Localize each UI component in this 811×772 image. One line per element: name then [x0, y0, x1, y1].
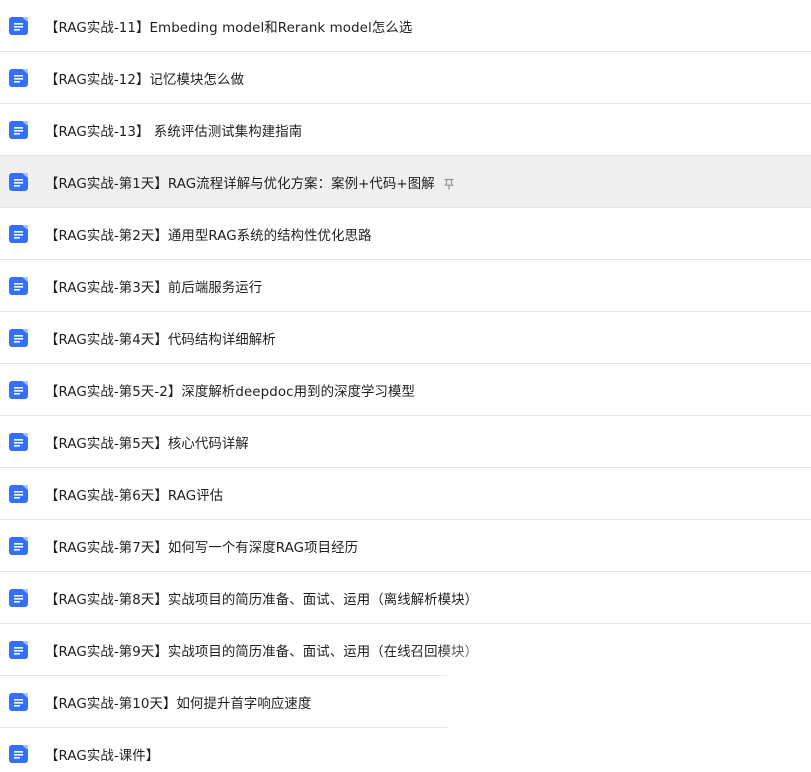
doc-icon [9, 172, 28, 191]
document-title: 【RAG实战-课件】 [45, 748, 160, 764]
doc-icon [9, 744, 28, 763]
list-item[interactable]: 【RAG实战-第9天】实战项目的简历准备、面试、运用（在线召回模块） [0, 624, 811, 676]
document-title: 【RAG实战-第1天】RAG流程详解与优化方案：案例+代码+图解 [45, 176, 435, 192]
list-item[interactable]: 【RAG实战-第3天】前后端服务运行 [0, 260, 811, 312]
document-title-wrap: 【RAG实战-第1天】RAG流程详解与优化方案：案例+代码+图解 [45, 172, 455, 192]
doc-icon [9, 640, 28, 659]
document-title: 【RAG实战-12】记忆模块怎么做 [45, 72, 244, 88]
list-item[interactable]: 【RAG实战-第6天】RAG评估 [0, 468, 811, 520]
doc-icon [9, 588, 28, 607]
list-item[interactable]: 【RAG实战-第7天】如何写一个有深度RAG项目经历 [0, 520, 811, 572]
list-item[interactable]: 【RAG实战-第2天】通用型RAG系统的结构性优化思路 [0, 208, 811, 260]
document-title: 【RAG实战-11】Embeding model和Rerank model怎么选 [45, 20, 413, 36]
list-item[interactable]: 【RAG实战-12】记忆模块怎么做 [0, 52, 811, 104]
doc-icon [9, 432, 28, 451]
document-title: 【RAG实战-第7天】如何写一个有深度RAG项目经历 [45, 540, 359, 556]
pin-icon[interactable] [443, 178, 455, 190]
doc-icon [9, 120, 28, 139]
list-item[interactable]: 【RAG实战-课件】 [0, 728, 811, 772]
doc-icon [9, 224, 28, 243]
list-item[interactable]: 【RAG实战-11】Embeding model和Rerank model怎么选 [0, 0, 811, 52]
document-title: 【RAG实战-第5天-2】深度解析deepdoc用到的深度学习模型 [45, 384, 416, 400]
doc-icon [9, 536, 28, 555]
doc-icon [9, 484, 28, 503]
doc-icon [9, 68, 28, 87]
document-title: 【RAG实战-第6天】RAG评估 [45, 488, 224, 504]
doc-icon [9, 380, 28, 399]
document-title: 【RAG实战-第3天】前后端服务运行 [45, 280, 263, 296]
list-item[interactable]: 【RAG实战-第4天】代码结构详细解析 [0, 312, 811, 364]
doc-icon [9, 276, 28, 295]
document-title: 【RAG实战-第9天】实战项目的简历准备、面试、运用（在线召回模块） [45, 644, 479, 660]
document-title: 【RAG实战-第8天】实战项目的简历准备、面试、运用（离线解析模块） [45, 592, 479, 608]
doc-icon [9, 328, 28, 347]
list-item[interactable]: 【RAG实战-第5天】核心代码详解 [0, 416, 811, 468]
document-title: 【RAG实战-第10天】如何提升首字响应速度 [45, 696, 312, 712]
list-item[interactable]: 【RAG实战-第8天】实战项目的简历准备、面试、运用（离线解析模块） [0, 572, 811, 624]
list-item[interactable]: 【RAG实战-第5天-2】深度解析deepdoc用到的深度学习模型 [0, 364, 811, 416]
document-title: 【RAG实战-第2天】通用型RAG系统的结构性优化思路 [45, 228, 372, 244]
list-item[interactable]: 【RAG实战-第1天】RAG流程详解与优化方案：案例+代码+图解 [0, 156, 811, 208]
document-title: 【RAG实战-13】 系统评估测试集构建指南 [45, 124, 303, 140]
document-list: 【RAG实战-11】Embeding model和Rerank model怎么选… [0, 0, 811, 772]
list-item[interactable]: 【RAG实战-13】 系统评估测试集构建指南 [0, 104, 811, 156]
document-title: 【RAG实战-第5天】核心代码详解 [45, 436, 249, 452]
list-item[interactable]: 【RAG实战-第10天】如何提升首字响应速度 [0, 676, 811, 728]
doc-icon [9, 692, 28, 711]
doc-icon [9, 16, 28, 35]
document-title: 【RAG实战-第4天】代码结构详细解析 [45, 332, 276, 348]
